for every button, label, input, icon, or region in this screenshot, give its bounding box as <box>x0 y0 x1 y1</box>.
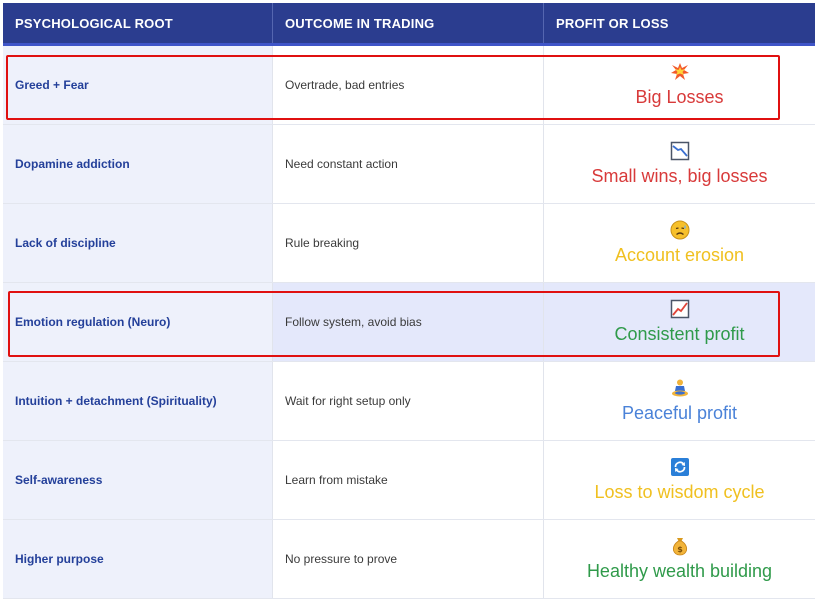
profit-loss-cell: Account erosion <box>544 204 815 282</box>
psychological-root-cell: Lack of discipline <box>3 204 273 282</box>
profit-loss-cell: $ Healthy wealth building <box>544 520 815 598</box>
outcome-cell: No pressure to prove <box>273 520 544 598</box>
profit-loss-text: Small wins, big losses <box>591 166 768 186</box>
table-header: PSYCHOLOGICAL ROOT OUTCOME IN TRADING PR… <box>3 3 815 46</box>
outcome-cell: Learn from mistake <box>273 441 544 519</box>
profit-loss-text: Loss to wisdom cycle <box>594 482 765 502</box>
svg-text:$: $ <box>677 545 683 554</box>
profit-loss-cell: Peaceful profit <box>544 362 815 440</box>
table-row: Higher purpose No pressure to prove $ He… <box>3 520 815 599</box>
profit-loss-cell: Loss to wisdom cycle <box>544 441 815 519</box>
profit-loss-text: Account erosion <box>614 245 745 265</box>
outcome-cell: Wait for right setup only <box>273 362 544 440</box>
cycle-arrows-icon <box>670 457 690 477</box>
profit-loss-text: Healthy wealth building <box>586 561 773 581</box>
chart-decreasing-icon <box>670 141 690 161</box>
outcome-cell: Rule breaking <box>273 204 544 282</box>
table-row: Dopamine addiction Need constant action … <box>3 125 815 204</box>
psychological-root-cell: Self-awareness <box>3 441 273 519</box>
header-outcome-in-trading: OUTCOME IN TRADING <box>273 3 544 43</box>
psychological-root-cell: Intuition + detachment (Spirituality) <box>3 362 273 440</box>
highlight-box-greed-fear-row <box>6 55 780 120</box>
profit-loss-text: Peaceful profit <box>621 403 738 423</box>
table-row: Intuition + detachment (Spirituality) Wa… <box>3 362 815 441</box>
table-row: Self-awareness Learn from mistake Loss t… <box>3 441 815 520</box>
sad-face-icon <box>670 220 690 240</box>
money-bag-icon: $ <box>670 536 690 556</box>
table-row: Lack of discipline Rule breaking Account… <box>3 204 815 283</box>
psychological-root-cell: Higher purpose <box>3 520 273 598</box>
header-psychological-root: PSYCHOLOGICAL ROOT <box>3 3 273 43</box>
highlight-box-emotion-regulation-row <box>8 291 780 357</box>
profit-loss-cell: Small wins, big losses <box>544 125 815 203</box>
outcome-cell: Need constant action <box>273 125 544 203</box>
psychological-root-cell: Dopamine addiction <box>3 125 273 203</box>
meditation-icon <box>670 378 690 398</box>
header-profit-or-loss: PROFIT OR LOSS <box>556 15 669 31</box>
